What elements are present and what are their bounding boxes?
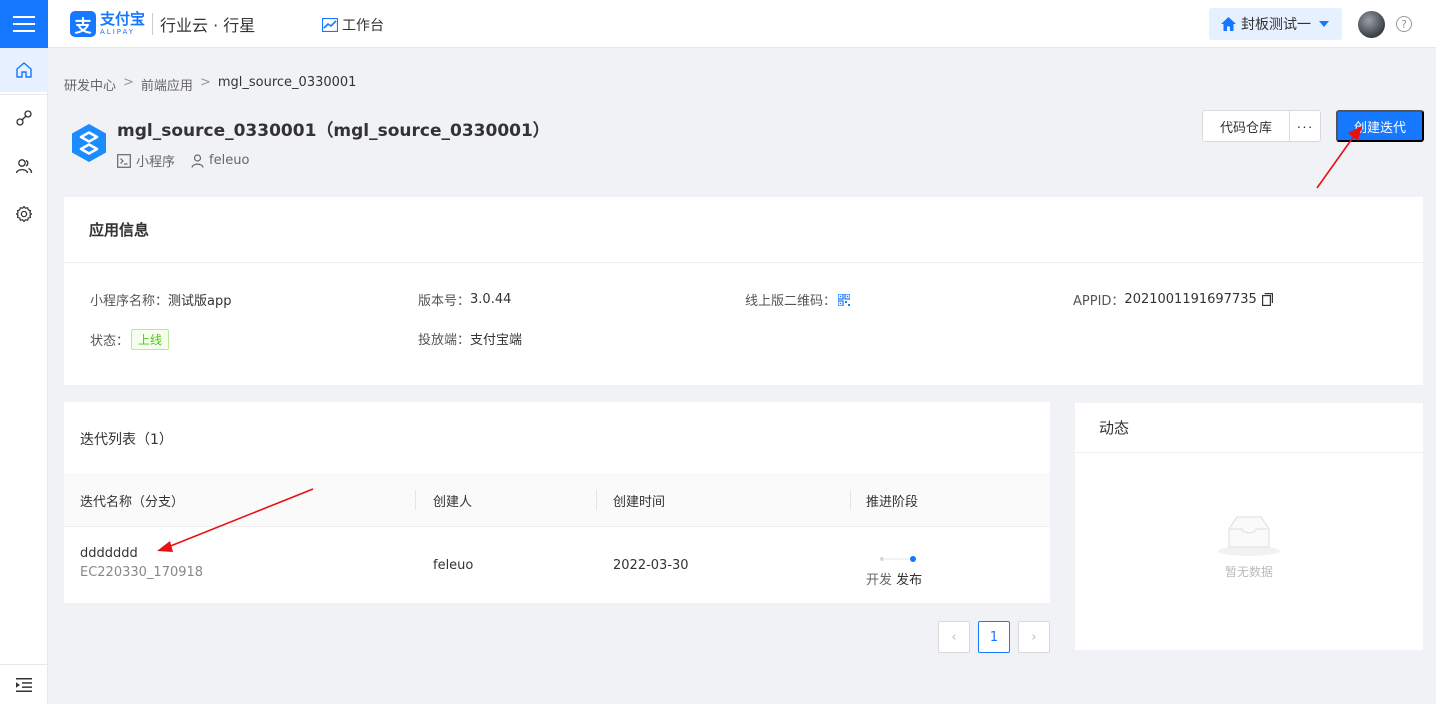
- alipay-logo[interactable]: 支 支付宝 ALIPAY 行业云 · 行星: [70, 11, 255, 37]
- top-bar: 支 支付宝 ALIPAY 行业云 · 行星 工作台 封板测试一 ?: [0, 0, 1436, 48]
- info-app-name: 小程序名称： 测试版app: [90, 294, 232, 309]
- activity-title: 动态: [1075, 403, 1423, 453]
- iteration-branch: EC220330_170918: [80, 565, 204, 580]
- table-header: 迭代名称（分支） 创建人 创建时间 推进阶段: [64, 473, 1050, 527]
- nav-item-home[interactable]: [0, 48, 48, 92]
- logo-text-en: ALIPAY: [100, 28, 136, 36]
- app-meta: 小程序 feleuo: [117, 151, 265, 170]
- table-row[interactable]: ddddddd EC220330_170918 feleuo 2022-03-3…: [64, 528, 1050, 603]
- nav-item-link[interactable]: [0, 96, 48, 140]
- pagination-next-button[interactable]: ›: [1018, 621, 1050, 653]
- iteration-created: 2022-03-30: [613, 558, 689, 573]
- column-header-stage: 推进阶段: [866, 494, 919, 510]
- empty-text: 暂无数据: [1224, 565, 1273, 579]
- activity-card: 动态 暂无数据: [1075, 403, 1423, 650]
- stage-dev: 开发: [866, 573, 893, 588]
- logo-mark: 支: [70, 11, 96, 37]
- status-badge: 上线: [131, 329, 170, 350]
- gear-icon: [15, 205, 33, 223]
- home-icon: [16, 62, 32, 78]
- app-owner: feleuo: [209, 153, 250, 168]
- column-divider: [596, 490, 597, 510]
- iteration-list-card: 迭代列表（1） 迭代名称（分支） 创建人 创建时间 推进阶段 ddddddd E…: [64, 402, 1050, 603]
- column-divider: [415, 490, 416, 510]
- side-nav: [0, 48, 48, 704]
- iteration-name[interactable]: ddddddd: [80, 546, 203, 561]
- product-name: 行业云 · 行星: [160, 16, 256, 35]
- collapse-nav-button[interactable]: [0, 664, 48, 704]
- caret-down-icon: [1319, 21, 1329, 27]
- workbench-label: 工作台: [342, 18, 384, 34]
- copy-icon[interactable]: [1261, 293, 1273, 306]
- app-info-heading: 应用信息: [64, 197, 1423, 263]
- app-info-card: 应用信息 小程序名称： 测试版app 版本号： 3.0.44 线上版二维码： A…: [64, 197, 1423, 385]
- collapse-icon: [16, 677, 32, 692]
- tenant-selector[interactable]: 封板测试一: [1209, 8, 1342, 40]
- app-type: 小程序: [136, 155, 176, 170]
- qrcode-icon[interactable]: [838, 293, 851, 306]
- nav-divider: [0, 94, 48, 95]
- empty-inbox-icon: [1218, 516, 1280, 556]
- pagination-prev-button[interactable]: ‹: [938, 621, 970, 653]
- breadcrumb-item[interactable]: 研发中心: [64, 75, 116, 94]
- iteration-name-cell: ddddddd EC220330_170918: [80, 546, 203, 580]
- info-appid: APPID： 2021001191697735: [1073, 290, 1273, 309]
- breadcrumb-separator: >: [199, 75, 211, 90]
- chart-icon: [322, 18, 338, 32]
- user-avatar[interactable]: [1358, 11, 1385, 38]
- logo-divider: [152, 13, 154, 35]
- menu-toggle-button[interactable]: [0, 0, 48, 48]
- home-icon: [1221, 17, 1236, 31]
- stage-publish: 发布: [896, 573, 923, 588]
- breadcrumb: 研发中心 > 前端应用 > mgl_source_0330001: [64, 75, 356, 94]
- info-version: 版本号： 3.0.44: [418, 292, 512, 309]
- column-header-name: 迭代名称（分支）: [80, 494, 185, 510]
- nav-item-users[interactable]: [0, 144, 48, 188]
- empty-state: 暂无数据: [1075, 513, 1423, 580]
- column-header-creator: 创建人: [433, 494, 473, 510]
- create-iteration-button[interactable]: 创建迭代: [1336, 110, 1424, 142]
- breadcrumb-item[interactable]: 前端应用: [141, 75, 193, 94]
- column-header-created: 创建时间: [613, 494, 666, 510]
- info-qrcode: 线上版二维码：: [745, 290, 851, 309]
- logo-text-cn: 支付宝: [100, 10, 146, 28]
- link-icon: [16, 110, 32, 126]
- iteration-list-title: 迭代列表（1）: [80, 432, 173, 448]
- hamburger-icon: [13, 16, 35, 32]
- users-icon: [15, 159, 33, 174]
- app-logo-icon: [72, 124, 106, 162]
- breadcrumb-separator: >: [123, 75, 134, 90]
- help-icon[interactable]: ?: [1396, 16, 1412, 32]
- user-icon: [191, 153, 204, 168]
- stage-progress: [880, 556, 916, 562]
- iteration-creator: feleuo: [433, 558, 474, 573]
- breadcrumb-current: mgl_source_0330001: [217, 75, 357, 90]
- app-title: mgl_source_0330001（mgl_source_0330001）: [117, 121, 550, 141]
- info-status: 状态： 上线: [90, 329, 170, 350]
- more-actions-button[interactable]: ···: [1289, 110, 1321, 142]
- info-platform: 投放端： 支付宝端: [418, 333, 523, 348]
- stage-labels: 开发 发布: [866, 569, 922, 588]
- nav-item-settings[interactable]: [0, 192, 48, 236]
- pagination-page-1[interactable]: 1: [978, 621, 1010, 653]
- terminal-icon: [117, 153, 131, 168]
- tenant-name: 封板测试一: [1241, 17, 1311, 33]
- code-repo-button[interactable]: 代码仓库: [1202, 110, 1290, 142]
- workbench-link[interactable]: 工作台: [322, 15, 384, 35]
- column-divider: [850, 490, 851, 510]
